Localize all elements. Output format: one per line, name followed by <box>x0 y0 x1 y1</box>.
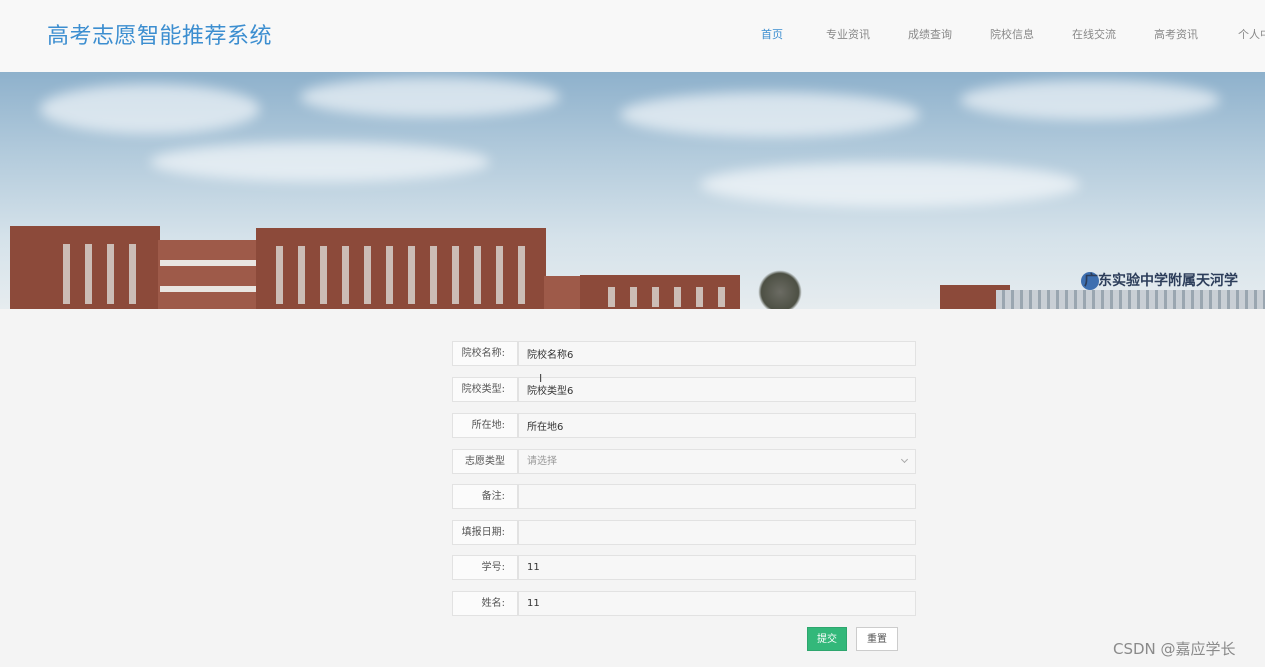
location-label: 所在地: <box>452 413 518 438</box>
nav-online-chat[interactable]: 在线交流 <box>1072 26 1116 42</box>
college-name-input[interactable] <box>518 341 916 366</box>
site-title[interactable]: 高考志愿智能推荐系统 <box>47 18 272 50</box>
form-row-location: 所在地: <box>452 413 916 438</box>
student-id-label: 学号: <box>452 555 518 580</box>
nav-exam-news[interactable]: 高考资讯 <box>1154 26 1198 42</box>
banner-sign: 广东实验中学附属天河学 <box>1084 273 1238 289</box>
submit-button[interactable]: 提交 <box>807 627 847 651</box>
college-type-input[interactable] <box>518 377 916 402</box>
college-name-label: 院校名称: <box>452 341 518 366</box>
remark-input[interactable] <box>518 484 916 509</box>
form-row-college-type: 院校类型: <box>452 377 916 402</box>
chevron-down-icon <box>900 455 909 464</box>
form-row-student-id: 学号: <box>452 555 916 580</box>
name-input[interactable] <box>518 591 916 616</box>
fill-date-input[interactable] <box>518 520 916 545</box>
nav-college-info[interactable]: 院校信息 <box>990 26 1034 42</box>
watermark: CSDN @嘉应学长 <box>1113 640 1236 658</box>
building-windows <box>600 287 730 307</box>
name-label: 姓名: <box>452 591 518 616</box>
form-row-volunteer-type: 志愿类型 请选择 <box>452 449 916 474</box>
nav-score-query[interactable]: 成绩查询 <box>908 26 952 42</box>
building-windows <box>268 246 538 304</box>
text-cursor-icon: I <box>539 372 543 385</box>
building-stripe <box>160 260 256 266</box>
cloud <box>300 77 560 117</box>
main-nav: 首页 专业资讯 成绩查询 院校信息 在线交流 高考资讯 个人中 <box>740 26 1265 42</box>
form-row-remark: 备注: <box>452 484 916 509</box>
site-header: 高考志愿智能推荐系统 首页 专业资讯 成绩查询 院校信息 在线交流 高考资讯 个… <box>0 0 1265 73</box>
cloud <box>150 142 490 182</box>
volunteer-type-select[interactable]: 请选择 <box>518 449 916 474</box>
volunteer-type-placeholder: 请选择 <box>527 456 557 467</box>
building <box>158 240 258 309</box>
form-row-college-name: 院校名称: <box>452 341 916 366</box>
location-input[interactable] <box>518 413 916 438</box>
nav-home[interactable]: 首页 <box>761 26 783 42</box>
student-id-input[interactable] <box>518 555 916 580</box>
campus-banner: 广东实验中学附属天河学 <box>0 72 1265 309</box>
remark-label: 备注: <box>452 484 518 509</box>
nav-personal-center[interactable]: 个人中 <box>1238 26 1265 42</box>
cloud <box>620 92 920 137</box>
form-row-name: 姓名: <box>452 591 916 616</box>
cloud <box>960 80 1220 120</box>
form-row-fill-date: 填报日期: <box>452 520 916 545</box>
fill-date-label: 填报日期: <box>452 520 518 545</box>
reset-button[interactable]: 重置 <box>856 627 898 651</box>
cloud <box>700 162 1080 207</box>
nav-major-news[interactable]: 专业资讯 <box>826 26 870 42</box>
building-windows <box>55 244 150 304</box>
building <box>544 276 584 309</box>
building <box>996 290 1265 309</box>
building-stripe <box>160 286 256 292</box>
volunteer-type-label: 志愿类型 <box>452 449 518 474</box>
cloud <box>40 84 260 134</box>
college-type-label: 院校类型: <box>452 377 518 402</box>
tree <box>758 270 802 309</box>
